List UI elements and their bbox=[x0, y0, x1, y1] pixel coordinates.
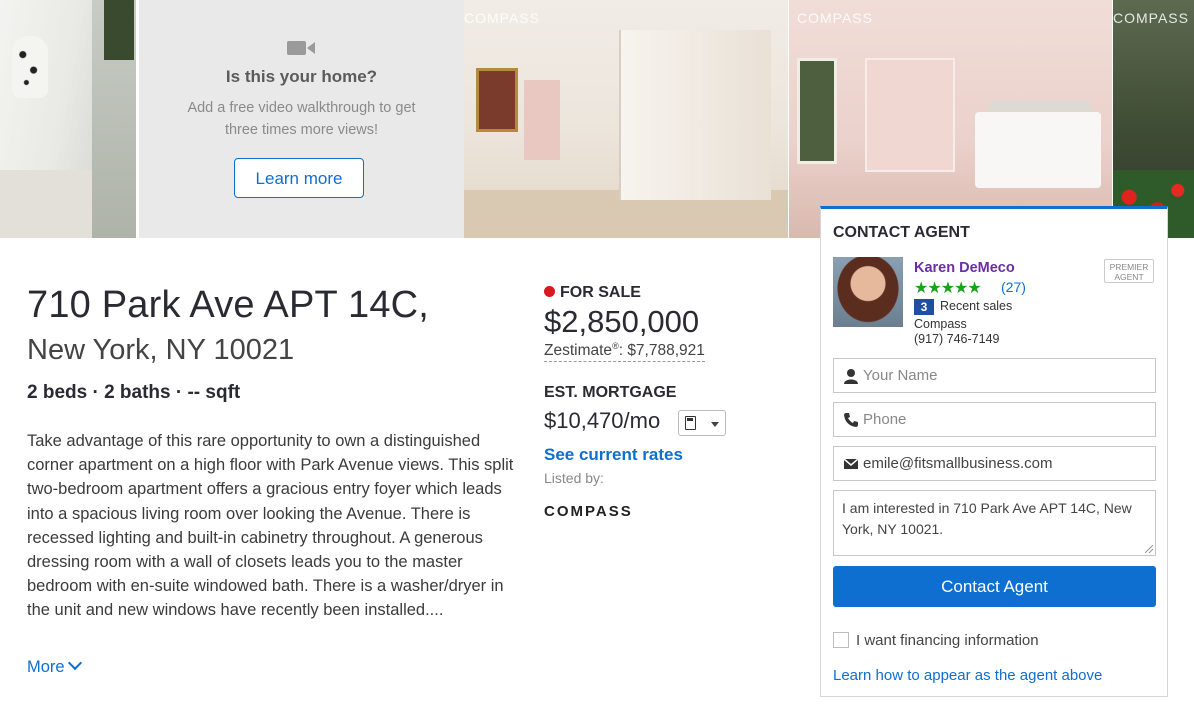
agent-avatar[interactable] bbox=[833, 257, 903, 327]
learn-agent-link[interactable]: Learn how to appear as the agent above bbox=[833, 667, 1102, 684]
phone-field[interactable]: Phone bbox=[833, 402, 1156, 437]
resize-grip-icon[interactable] bbox=[1145, 545, 1153, 553]
message-textarea[interactable]: I am interested in 710 Park Ave APT 14C,… bbox=[833, 490, 1156, 556]
agent-name[interactable]: Karen DeMeco bbox=[914, 260, 1015, 276]
recent-sales-label: Recent sales bbox=[940, 299, 1013, 313]
promo-description: Add a free video walkthrough to get thre… bbox=[187, 100, 416, 138]
more-link[interactable]: More bbox=[27, 655, 82, 677]
photo-window bbox=[104, 0, 134, 60]
financing-label[interactable]: I want financing information bbox=[856, 632, 1039, 649]
photo-closet bbox=[865, 58, 955, 172]
zestimate-label: Zestimate bbox=[544, 342, 613, 360]
video-camera-icon bbox=[287, 41, 315, 55]
photo-watermark: COMPASS bbox=[797, 10, 873, 26]
photo-display-cabinet bbox=[619, 30, 771, 200]
listing-price: $2,850,000 bbox=[544, 304, 700, 339]
more-label: More bbox=[27, 658, 65, 676]
dalmatian-figurine bbox=[12, 36, 48, 98]
contact-heading: CONTACT AGENT bbox=[833, 224, 970, 241]
contact-agent-button[interactable]: Contact Agent bbox=[833, 566, 1156, 607]
photo-wall-art bbox=[476, 68, 518, 132]
badge-line-1: PREMIER bbox=[1109, 262, 1149, 272]
email-value: emile@fitsmallbusiness.com bbox=[863, 455, 1053, 472]
zestimate[interactable]: Zestimate®: $7,788,921 bbox=[544, 341, 705, 363]
listing-description: Take advantage of this rare opportunity … bbox=[27, 432, 514, 620]
address-line-1: 710 Park Ave APT 14C, bbox=[27, 284, 430, 326]
home-facts: 2 beds · 2 baths · -- sqft bbox=[27, 382, 241, 403]
photo-bed bbox=[975, 112, 1101, 188]
listing-photo-3[interactable]: COMPASS bbox=[464, 0, 788, 238]
photo-watermark: COMPASS bbox=[1113, 10, 1189, 26]
status-badge: FOR SALE bbox=[544, 284, 641, 302]
promo-question: Is this your home? bbox=[225, 67, 378, 86]
envelope-icon bbox=[843, 458, 859, 469]
status-label: FOR SALE bbox=[560, 284, 641, 301]
phone-placeholder: Phone bbox=[863, 411, 907, 428]
mortgage-calculator-dropdown[interactable] bbox=[678, 410, 726, 436]
mortgage-heading: EST. MORTGAGE bbox=[544, 384, 677, 401]
status-dot-icon bbox=[544, 286, 555, 297]
broker-logo: COMPASS bbox=[544, 503, 633, 520]
rating-stars-icon: ★★★★★ bbox=[914, 280, 982, 297]
photo-doorway bbox=[524, 80, 560, 160]
agent-firm: Compass bbox=[914, 317, 967, 331]
review-count-link[interactable]: (27) bbox=[1001, 279, 1026, 295]
badge-line-2: AGENT bbox=[1114, 272, 1144, 282]
listing-photo-4[interactable]: COMPASS bbox=[789, 0, 1112, 238]
zestimate-value: : $7,788,921 bbox=[618, 342, 705, 360]
email-field[interactable]: emile@fitsmallbusiness.com bbox=[833, 446, 1156, 481]
video-walkthrough-promo: Is this your home? Add a free video walk… bbox=[139, 0, 464, 238]
learn-more-button[interactable]: Learn more bbox=[234, 158, 364, 198]
see-current-rates-link[interactable]: See current rates bbox=[544, 445, 683, 465]
person-icon bbox=[844, 369, 858, 384]
message-value: I am interested in 710 Park Ave APT 14C,… bbox=[842, 500, 1132, 537]
photo-watermark: COMPASS bbox=[464, 10, 540, 26]
agent-phone: (917) 746-7149 bbox=[914, 332, 1000, 346]
listing-photo-5[interactable]: COMPASS bbox=[1113, 0, 1194, 238]
calculator-icon bbox=[685, 416, 696, 430]
registered-mark: ® bbox=[612, 341, 619, 351]
listed-by-label: Listed by: bbox=[544, 470, 604, 486]
name-field[interactable]: Your Name bbox=[833, 358, 1156, 393]
phone-icon bbox=[844, 413, 858, 427]
contact-agent-card: CONTACT AGENT Karen DeMeco ★★★★★ (27) 3 … bbox=[820, 206, 1168, 697]
mortgage-value: $10,470/mo bbox=[544, 408, 661, 433]
address-line-2: New York, NY 10021 bbox=[27, 334, 295, 366]
premier-agent-badge: PREMIER AGENT bbox=[1104, 259, 1154, 283]
photo-window bbox=[797, 58, 837, 164]
chevron-down-icon bbox=[67, 655, 82, 671]
financing-checkbox[interactable] bbox=[833, 632, 849, 648]
caret-down-icon bbox=[711, 422, 719, 427]
name-placeholder: Your Name bbox=[863, 367, 938, 384]
recent-sales-count: 3 bbox=[914, 299, 934, 315]
listing-photo-1[interactable] bbox=[0, 0, 136, 238]
